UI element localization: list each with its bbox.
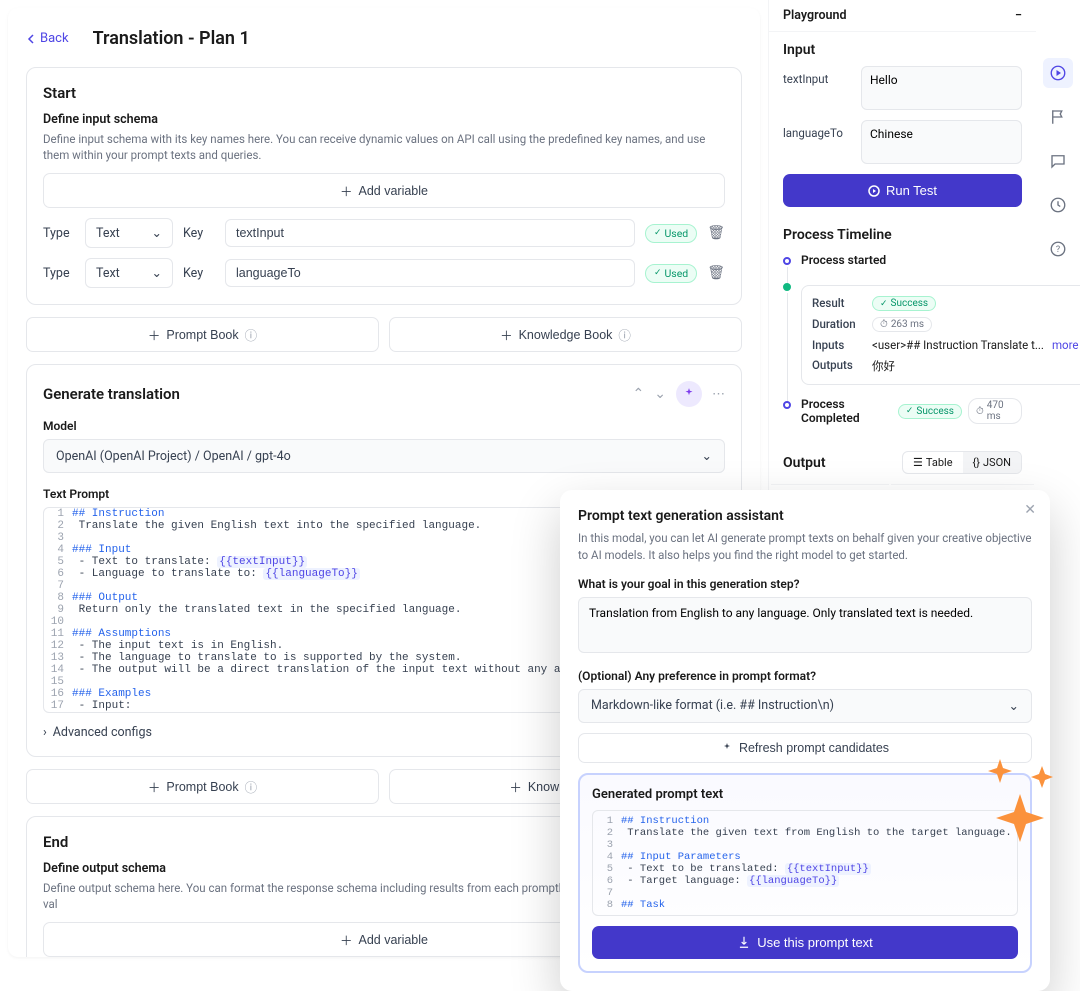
move-up-icon[interactable]: ⌃ xyxy=(633,386,645,402)
type-label: Type xyxy=(43,266,75,281)
help-icon: ⓘ xyxy=(618,325,631,344)
playground-header: Playground xyxy=(783,8,847,23)
run-test-button[interactable]: Run Test xyxy=(783,174,1022,207)
start-schema-desc: Define input schema with its key names h… xyxy=(43,131,725,163)
json-tab[interactable]: {} JSON xyxy=(963,452,1021,473)
delete-icon[interactable]: 🗑 xyxy=(707,225,725,241)
more-icon[interactable]: ⋯ xyxy=(712,387,725,402)
page-title: Translation - Plan 1 xyxy=(93,28,250,49)
modal-desc: In this modal, you can let AI generate p… xyxy=(578,530,1032,565)
timeline-dot-icon xyxy=(783,283,791,291)
add-variable-button[interactable]: ＋Add variable xyxy=(43,173,725,208)
key-label: Key xyxy=(183,226,215,241)
type-select[interactable]: Text⌄ xyxy=(85,258,173,288)
output-title: Output xyxy=(783,455,826,471)
ai-assist-button[interactable] xyxy=(676,381,702,407)
used-badge: Used xyxy=(645,224,697,243)
key-label: Key xyxy=(183,266,215,281)
timeline-dot-icon xyxy=(783,401,791,409)
format-select[interactable]: Markdown-like format (i.e. ## Instructio… xyxy=(578,689,1032,723)
timeline-title: Process Timeline xyxy=(783,227,1022,243)
back-link[interactable]: Back xyxy=(26,31,69,46)
duration-badge: ⏱ 263 ms xyxy=(872,317,932,332)
goal-input[interactable]: Translation from English to any language… xyxy=(578,597,1032,653)
timeline-result-card: ResultSuccess Duration⏱ 263 ms Inputs<us… xyxy=(801,285,1080,385)
more-link[interactable]: more xyxy=(1052,338,1079,352)
timeline-started: Process started xyxy=(801,253,1022,267)
goal-label: What is your goal in this generation ste… xyxy=(578,577,1032,591)
start-title: Start xyxy=(43,84,725,102)
type-select[interactable]: Text⌄ xyxy=(85,218,173,248)
field-label: textInput xyxy=(783,66,851,86)
prompt-book-button[interactable]: ＋Prompt Bookⓘ xyxy=(26,317,379,352)
input-title: Input xyxy=(783,42,1022,58)
format-label: (Optional) Any preference in prompt form… xyxy=(578,669,1032,683)
generated-title: Generated prompt text xyxy=(592,787,1018,802)
output-view-toggle[interactable]: ☰ Table {} JSON xyxy=(902,451,1022,474)
start-card: Start Define input schema Define input s… xyxy=(26,67,742,305)
generated-editor[interactable]: 1## Instruction2 Translate the given tex… xyxy=(592,810,1018,916)
help-tool-icon[interactable]: ? xyxy=(1043,234,1073,264)
start-schema-title: Define input schema xyxy=(43,112,725,127)
prompt-book-button-2[interactable]: ＋Prompt Bookⓘ xyxy=(26,769,379,804)
chevron-down-icon: ⌄ xyxy=(702,448,712,464)
timeline-completed: Process Completed xyxy=(801,397,892,425)
field-label: languageTo xyxy=(783,120,851,140)
field-input[interactable]: Hello xyxy=(861,66,1022,110)
model-label: Model xyxy=(43,419,725,433)
table-tab[interactable]: ☰ Table xyxy=(903,452,963,473)
minimize-icon[interactable]: − xyxy=(1015,8,1022,23)
svg-text:?: ? xyxy=(1056,245,1060,255)
knowledge-book-button[interactable]: ＋Knowledge Bookⓘ xyxy=(389,317,742,352)
model-select[interactable]: OpenAI (OpenAI Project) / OpenAI / gpt-4… xyxy=(43,439,725,473)
close-icon[interactable]: ✕ xyxy=(1024,502,1036,518)
key-input[interactable] xyxy=(225,219,635,247)
generate-title: Generate translation xyxy=(43,385,180,403)
playground-tool-icon[interactable] xyxy=(1043,58,1073,88)
move-down-icon[interactable]: ⌄ xyxy=(654,386,666,402)
history-tool-icon[interactable] xyxy=(1043,190,1073,220)
field-input[interactable]: Chinese xyxy=(861,120,1022,164)
help-icon: ⓘ xyxy=(245,325,258,344)
type-label: Type xyxy=(43,226,75,241)
success-badge: Success xyxy=(872,296,936,311)
key-input[interactable] xyxy=(225,259,635,287)
use-prompt-button[interactable]: Use this prompt text xyxy=(592,926,1018,959)
used-badge: Used xyxy=(645,264,697,283)
timeline-dot-icon xyxy=(783,257,791,265)
chevron-right-icon: › xyxy=(43,725,47,740)
prompt-assistant-modal: ✕ Prompt text generation assistant In th… xyxy=(560,490,1050,991)
chat-tool-icon[interactable] xyxy=(1043,146,1073,176)
variable-row: Type Text⌄ Key Used 🗑 xyxy=(43,218,725,248)
modal-title: Prompt text generation assistant xyxy=(578,508,1032,524)
refresh-candidates-button[interactable]: Refresh prompt candidates xyxy=(578,733,1032,763)
variable-row: Type Text⌄ Key Used 🗑 xyxy=(43,258,725,288)
chevron-down-icon: ⌄ xyxy=(1009,698,1019,714)
flag-tool-icon[interactable] xyxy=(1043,102,1073,132)
delete-icon[interactable]: 🗑 xyxy=(707,265,725,281)
